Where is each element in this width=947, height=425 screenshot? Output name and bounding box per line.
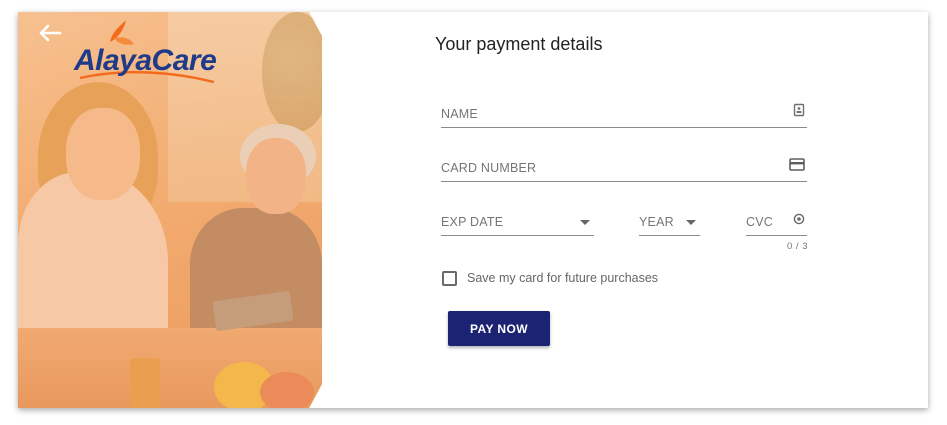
card-number-placeholder: CARD NUMBER — [441, 161, 537, 175]
cvc-field[interactable]: CVC — [746, 208, 807, 236]
contact-card-icon — [793, 103, 805, 122]
logo-text: AlayaCare — [74, 44, 217, 77]
year-select[interactable]: YEAR — [639, 208, 700, 236]
name-placeholder: NAME — [441, 107, 478, 121]
alayacare-logo: AlayaCare — [74, 16, 224, 88]
credit-card-icon — [789, 158, 805, 176]
payment-card: AlayaCare Your payment details NAME CARD… — [18, 12, 928, 408]
cvc-placeholder: CVC — [746, 215, 773, 229]
exp-date-placeholder: EXP DATE — [441, 215, 504, 229]
chevron-down-icon — [686, 220, 696, 225]
save-card-checkbox[interactable] — [442, 270, 457, 286]
name-field[interactable]: NAME — [441, 100, 807, 128]
back-button[interactable] — [36, 22, 64, 48]
page-title: Your payment details — [435, 34, 603, 54]
pay-now-button[interactable]: PAY NOW — [448, 311, 550, 346]
cvc-character-counter: 0 / 3 — [787, 241, 808, 252]
arrow-left-icon — [38, 24, 62, 47]
chevron-down-icon — [580, 220, 590, 225]
card-number-field[interactable]: CARD NUMBER — [441, 154, 807, 182]
exp-date-select[interactable]: EXP DATE — [441, 208, 594, 236]
cvc-help-icon[interactable] — [793, 212, 805, 230]
year-placeholder: YEAR — [639, 215, 674, 229]
save-card-option[interactable]: Save my card for future purchases — [442, 268, 658, 288]
save-card-label: Save my card for future purchases — [467, 271, 659, 285]
